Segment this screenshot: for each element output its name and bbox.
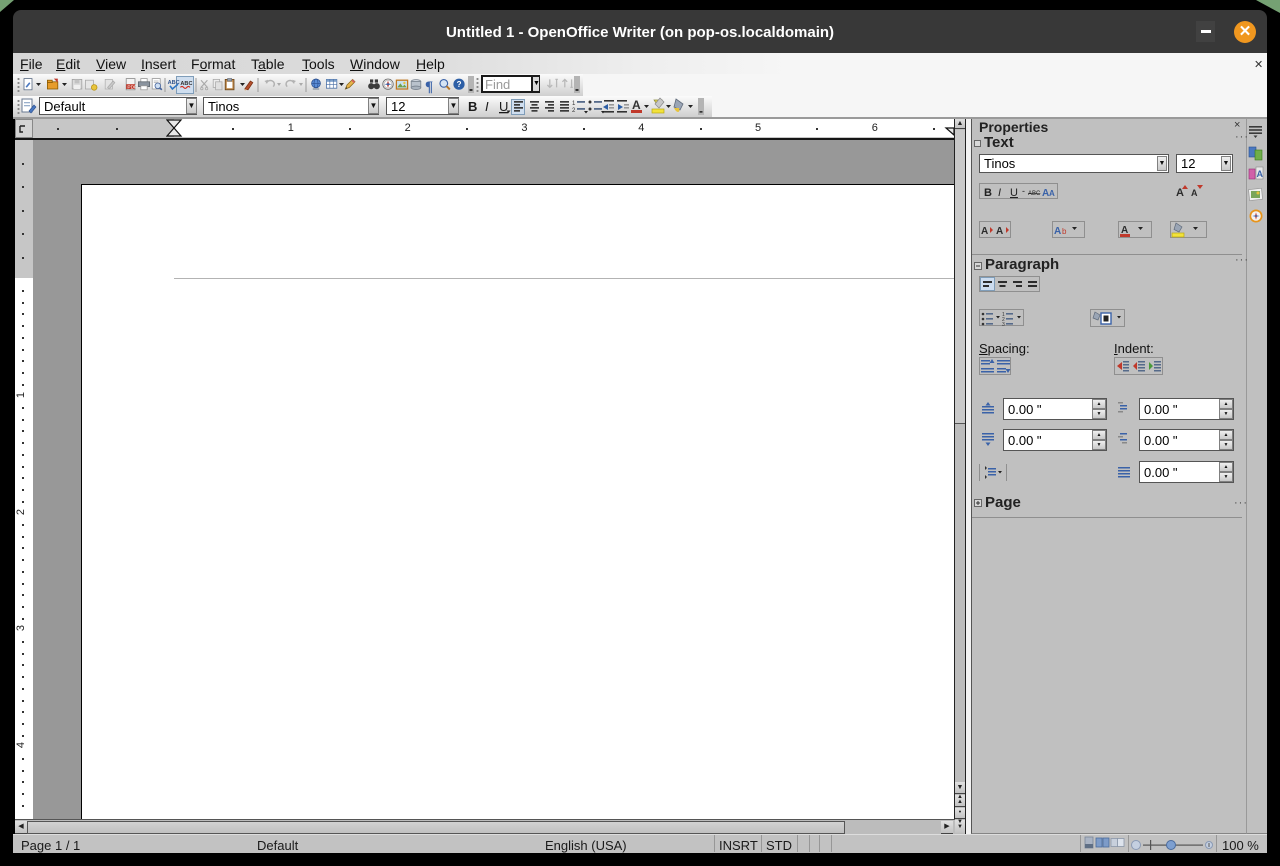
svg-text:A: A (996, 226, 1003, 237)
svg-text:B: B (984, 187, 992, 199)
svg-text:3: 3 (1002, 322, 1005, 328)
svg-text:U: U (499, 99, 508, 114)
svg-text:PDF: PDF (127, 85, 137, 91)
svg-text:¶: ¶ (425, 79, 433, 95)
svg-text:I: I (485, 99, 489, 114)
svg-text:?: ? (457, 80, 462, 89)
svg-text:A: A (1257, 169, 1264, 179)
svg-text:2: 2 (572, 108, 576, 114)
svg-text:A: A (1054, 226, 1061, 237)
svg-text:I: I (998, 187, 1001, 199)
svg-text:ABC: ABC (1028, 191, 1041, 197)
svg-text:U: U (1010, 187, 1018, 199)
svg-text:-: - (1022, 186, 1025, 196)
svg-text:A: A (1191, 188, 1198, 198)
svg-text:A: A (1049, 189, 1055, 198)
svg-text:1: 1 (572, 101, 576, 107)
svg-text:A: A (981, 226, 988, 237)
svg-text:b: b (1062, 227, 1067, 236)
svg-text:A: A (632, 98, 641, 112)
svg-text:B: B (468, 99, 477, 114)
